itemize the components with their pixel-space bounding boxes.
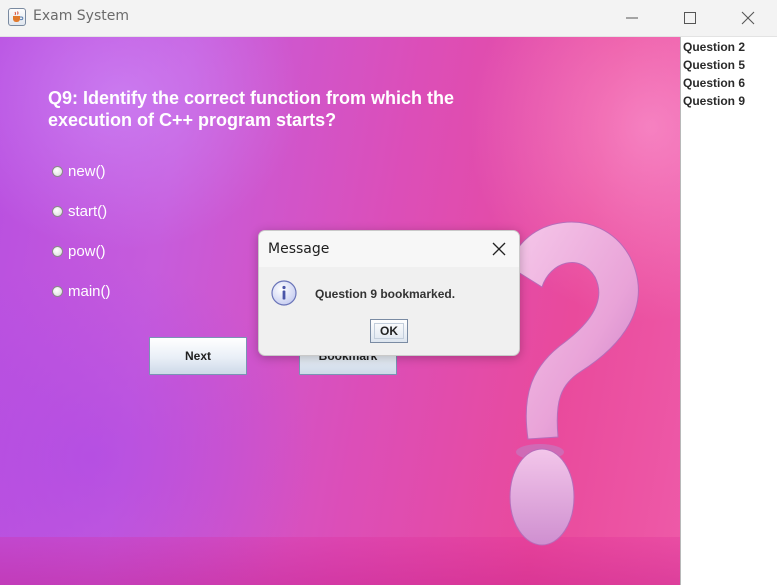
bookmark-list: Question 2 Question 5 Question 6 Questio…	[680, 37, 777, 585]
option-main[interactable]: main()	[52, 281, 111, 301]
dialog-title-bar: Message	[259, 231, 519, 267]
dialog-title: Message	[268, 241, 330, 257]
maximize-icon	[684, 12, 696, 24]
maximize-button[interactable]	[661, 0, 719, 36]
java-coffee-cup-icon	[8, 8, 26, 26]
question-text: Q9: Identify the correct function from w…	[48, 88, 455, 130]
dialog-close-button[interactable]	[487, 239, 511, 259]
ok-button[interactable]: OK	[370, 319, 408, 343]
option-new-label: new()	[68, 162, 106, 180]
bookmark-item[interactable]: Question 5	[683, 56, 745, 74]
option-new[interactable]: new()	[52, 161, 106, 181]
minimize-icon	[626, 17, 638, 19]
option-start-label: start()	[68, 202, 108, 220]
bookmark-item[interactable]: Question 2	[683, 38, 745, 56]
option-pow-label: pow()	[68, 242, 106, 260]
dialog-message: Question 9 bookmarked.	[315, 287, 456, 301]
option-start[interactable]: start()	[52, 201, 107, 221]
bookmark-item[interactable]: Question 6	[683, 74, 745, 92]
info-icon	[271, 280, 297, 306]
exam-system-window: Exam System Q9: Identify the correct fun…	[0, 0, 777, 585]
close-button[interactable]	[719, 0, 777, 36]
window-title: Exam System	[33, 8, 130, 24]
close-icon	[492, 242, 506, 256]
option-new-radio[interactable]	[52, 165, 63, 177]
next-button[interactable]: Next	[149, 337, 247, 375]
message-dialog: Message Question 9 bookmarked. OK	[258, 230, 520, 356]
option-main-label: main()	[68, 282, 111, 300]
option-pow-radio[interactable]	[52, 245, 63, 257]
close-icon	[741, 11, 755, 25]
option-main-radio[interactable]	[52, 285, 63, 297]
title-bar: Exam System	[0, 0, 777, 37]
bookmark-item[interactable]: Question 9	[683, 92, 745, 110]
minimize-button[interactable]	[603, 0, 661, 36]
option-pow[interactable]: pow()	[52, 241, 106, 261]
option-start-radio[interactable]	[52, 205, 63, 217]
